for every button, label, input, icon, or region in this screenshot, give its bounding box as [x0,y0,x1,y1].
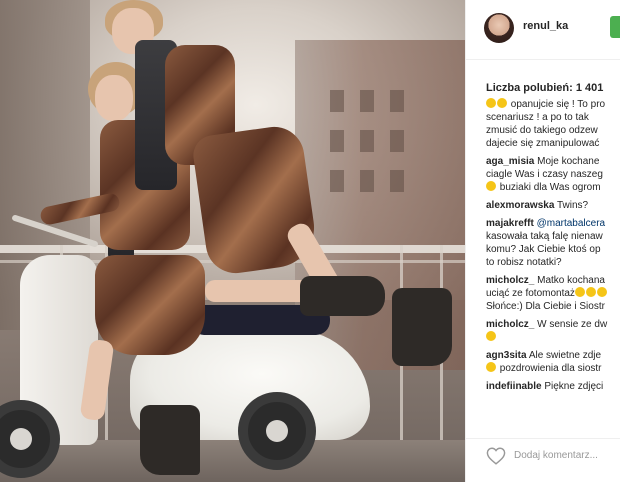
comment-line [486,331,620,344]
comment-line: majakrefft @martabalcera [486,217,620,230]
comment-mention[interactable]: @martabalcera [537,218,606,229]
comment-item: micholcz_ Matko kochana uciąć ze fotomon… [486,274,620,313]
comment-text: Twins? [557,200,589,211]
face [95,75,133,121]
comment-text: W sensie ze dw [537,319,608,330]
emoji-icon [486,331,496,341]
comment-item: micholcz_ W sensie ze dw [486,318,620,344]
emoji-icon [486,181,496,191]
photo-window [360,90,374,112]
comment-line: aga_misia Moje kochane [486,155,620,168]
post-header: renul_ka [466,0,620,60]
emoji-icon [585,287,596,297]
comments-list: opanujcie się ! To pro scenariusz ! a po… [486,98,620,438]
comment-line: indefiinable Piękne zdjęci [486,380,620,393]
comment-line: opanujcie się ! To pro [486,98,620,111]
emoji-icon [596,287,607,297]
post-sidebar: renul_ka Liczba polubień: 1 401 opanujci… [465,0,620,482]
comment-text: Matko kochana [537,275,605,286]
boot [392,288,452,366]
heart-icon[interactable] [486,447,506,465]
wheel-hub [10,428,32,450]
post-photo[interactable] [0,0,465,482]
comment-line: agn3sita Ale swietne zdje [486,349,620,362]
comment-item: agn3sita Ale swietne zdje pozdrowienia d… [486,349,620,375]
comment-username[interactable]: micholcz_ [486,275,534,286]
comment-item: indefiinable Piękne zdjęci [486,380,620,393]
comment-item: alexmorawska Twins? [486,199,620,212]
comment-username[interactable]: aga_misia [486,156,534,167]
comment-line: komu? Jak Ciebie ktoś op [486,244,601,255]
comment-line: uciąć ze fotomontaż [486,287,620,300]
comment-username[interactable]: agn3sita [486,350,527,361]
comment-line: zmusić do takiego odzew [486,125,598,136]
comment-text: Ale swietne zdje [528,350,602,361]
follow-button[interactable] [610,16,620,38]
comment-line: ciagle Was i czasy naszeg [486,169,603,180]
photo-window [360,170,374,192]
comment-text: Piękne zdjęci [544,381,604,392]
comment-text: Moje kochane [537,156,600,167]
emoji-icon [486,362,496,372]
comment-text: buziaki dla Was ogrom [499,182,601,193]
comment-username[interactable]: alexmorawska [486,200,554,211]
emoji-icon [497,98,507,108]
photo-window [390,130,404,152]
comment-line: micholcz_ W sensie ze dw [486,318,620,331]
emoji-icon [574,287,585,297]
comment-text: uciąć ze fotomontaż [486,288,575,299]
velvet-skirt [95,255,205,355]
add-comment-input[interactable]: Dodaj komentarz... [514,450,598,461]
photo-window [390,90,404,112]
comment-line: to robisz notatki? [486,257,562,268]
comment-line: alexmorawska Twins? [486,199,620,212]
comment-username[interactable]: micholcz_ [486,319,534,330]
comment-line: scenariusz ! a po to tak [486,112,589,123]
photo-window [360,130,374,152]
profile-avatar[interactable] [484,13,514,43]
photo-window [390,170,404,192]
comment-text: opanujcie się ! To pro [510,99,606,110]
comment-line: kasowała taką falę nienaw [486,231,603,242]
comment-line: buziaki dla Was ogrom [486,181,620,194]
boot [300,276,385,316]
leg [205,280,315,302]
comment-line: pozdrowienia dla siostr [486,362,620,375]
scooter-wheel-rear [238,392,316,470]
post-footer: Dodaj komentarz... [466,438,620,482]
emoji-icon [486,98,496,108]
boot [140,405,200,475]
photo-window [330,90,344,112]
comment-line: dajecie się zmanipulować [486,138,600,149]
photo-window [330,170,344,192]
likes-count[interactable]: Liczba polubień: 1 401 [486,82,603,94]
comment-item: opanujcie się ! To pro scenariusz ! a po… [486,98,620,150]
comment-username[interactable]: indefiinable [486,381,542,392]
comment-item: aga_misia Moje kochane ciagle Was i czas… [486,155,620,194]
photo-ground [0,440,465,482]
comment-line: Słońce:) Dla Ciebie i Siostr [486,301,605,312]
wheel-hub [266,420,288,442]
comment-username[interactable]: majakrefft [486,218,534,229]
comment-item: majakrefft @martabalcera kasowała taką f… [486,217,620,269]
photo-window [330,130,344,152]
post-username[interactable]: renul_ka [523,20,568,32]
comment-line: micholcz_ Matko kochana [486,274,620,287]
comment-text: pozdrowienia dla siostr [499,363,602,374]
